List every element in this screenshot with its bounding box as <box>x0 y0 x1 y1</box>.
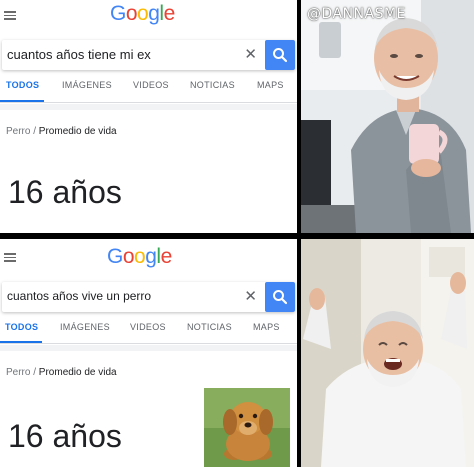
breadcrumb-separator: / <box>33 367 37 378</box>
breadcrumb: Perro / Promedio de vida <box>6 367 117 378</box>
breadcrumb-item[interactable]: Perro <box>6 367 30 378</box>
harold-mug-photo: @DANNASME <box>301 0 474 233</box>
search-tabs: TODOS IMÁGENES VIDEOS NOTICIAS MAPS <box>0 322 297 344</box>
breadcrumb-item[interactable]: Perro <box>6 126 30 137</box>
harold-celebrating-illustration <box>301 239 474 467</box>
tab-noticias[interactable]: NOTICIAS <box>187 322 232 332</box>
search-button[interactable] <box>265 282 295 312</box>
clear-icon[interactable]: ✕ <box>244 45 257 63</box>
breadcrumb: Perro / Promedio de vida <box>6 126 117 137</box>
tab-maps[interactable]: MAPS <box>253 322 280 332</box>
tab-maps[interactable]: MAPS <box>257 80 284 90</box>
google-logo: Google <box>110 2 175 25</box>
bottom-search-panel: Google cuantos años vive un perro ✕ TODO… <box>0 239 297 467</box>
hamburger-menu-icon[interactable] <box>4 11 16 20</box>
tab-imagenes[interactable]: IMÁGENES <box>62 80 112 90</box>
search-bar[interactable]: cuantos años tiene mi ex ✕ <box>2 40 295 70</box>
answer-value: 16 años <box>8 174 122 210</box>
harold-mug-illustration <box>301 0 474 233</box>
search-bar[interactable]: cuantos años vive un perro ✕ <box>2 282 295 312</box>
puppy-thumbnail[interactable] <box>204 388 290 467</box>
tab-videos[interactable]: VIDEOS <box>133 80 169 90</box>
tab-imagenes[interactable]: IMÁGENES <box>60 322 110 332</box>
search-input[interactable]: cuantos años tiene mi ex <box>7 47 151 62</box>
breadcrumb-item: Promedio de vida <box>38 367 117 378</box>
watermark-text: @DANNASME <box>307 6 406 22</box>
tab-todos[interactable]: TODOS <box>6 80 39 90</box>
search-input[interactable]: cuantos años vive un perro <box>7 289 151 303</box>
puppy-illustration <box>204 388 290 467</box>
google-logo: Google <box>107 245 172 268</box>
answer-value: 16 años <box>8 418 122 454</box>
harold-celebrating-photo <box>301 239 474 467</box>
tabs-divider <box>0 102 297 103</box>
hamburger-menu-icon[interactable] <box>4 253 16 262</box>
tab-todos[interactable]: TODOS <box>5 322 38 332</box>
search-button[interactable] <box>265 40 295 70</box>
breadcrumb-item: Promedio de vida <box>38 126 117 137</box>
breadcrumb-separator: / <box>33 126 37 137</box>
tab-videos[interactable]: VIDEOS <box>130 322 166 332</box>
search-icon <box>273 290 288 305</box>
clear-icon[interactable]: ✕ <box>244 287 257 305</box>
tabs-divider <box>0 343 297 344</box>
search-icon <box>273 48 288 63</box>
answer-card: Perro / Promedio de vida 16 años <box>0 104 297 233</box>
tab-noticias[interactable]: NOTICIAS <box>190 80 235 90</box>
top-search-panel: Google cuantos años tiene mi ex ✕ TODOS … <box>0 0 297 233</box>
search-tabs: TODOS IMÁGENES VIDEOS NOTICIAS MAPS <box>0 80 297 102</box>
